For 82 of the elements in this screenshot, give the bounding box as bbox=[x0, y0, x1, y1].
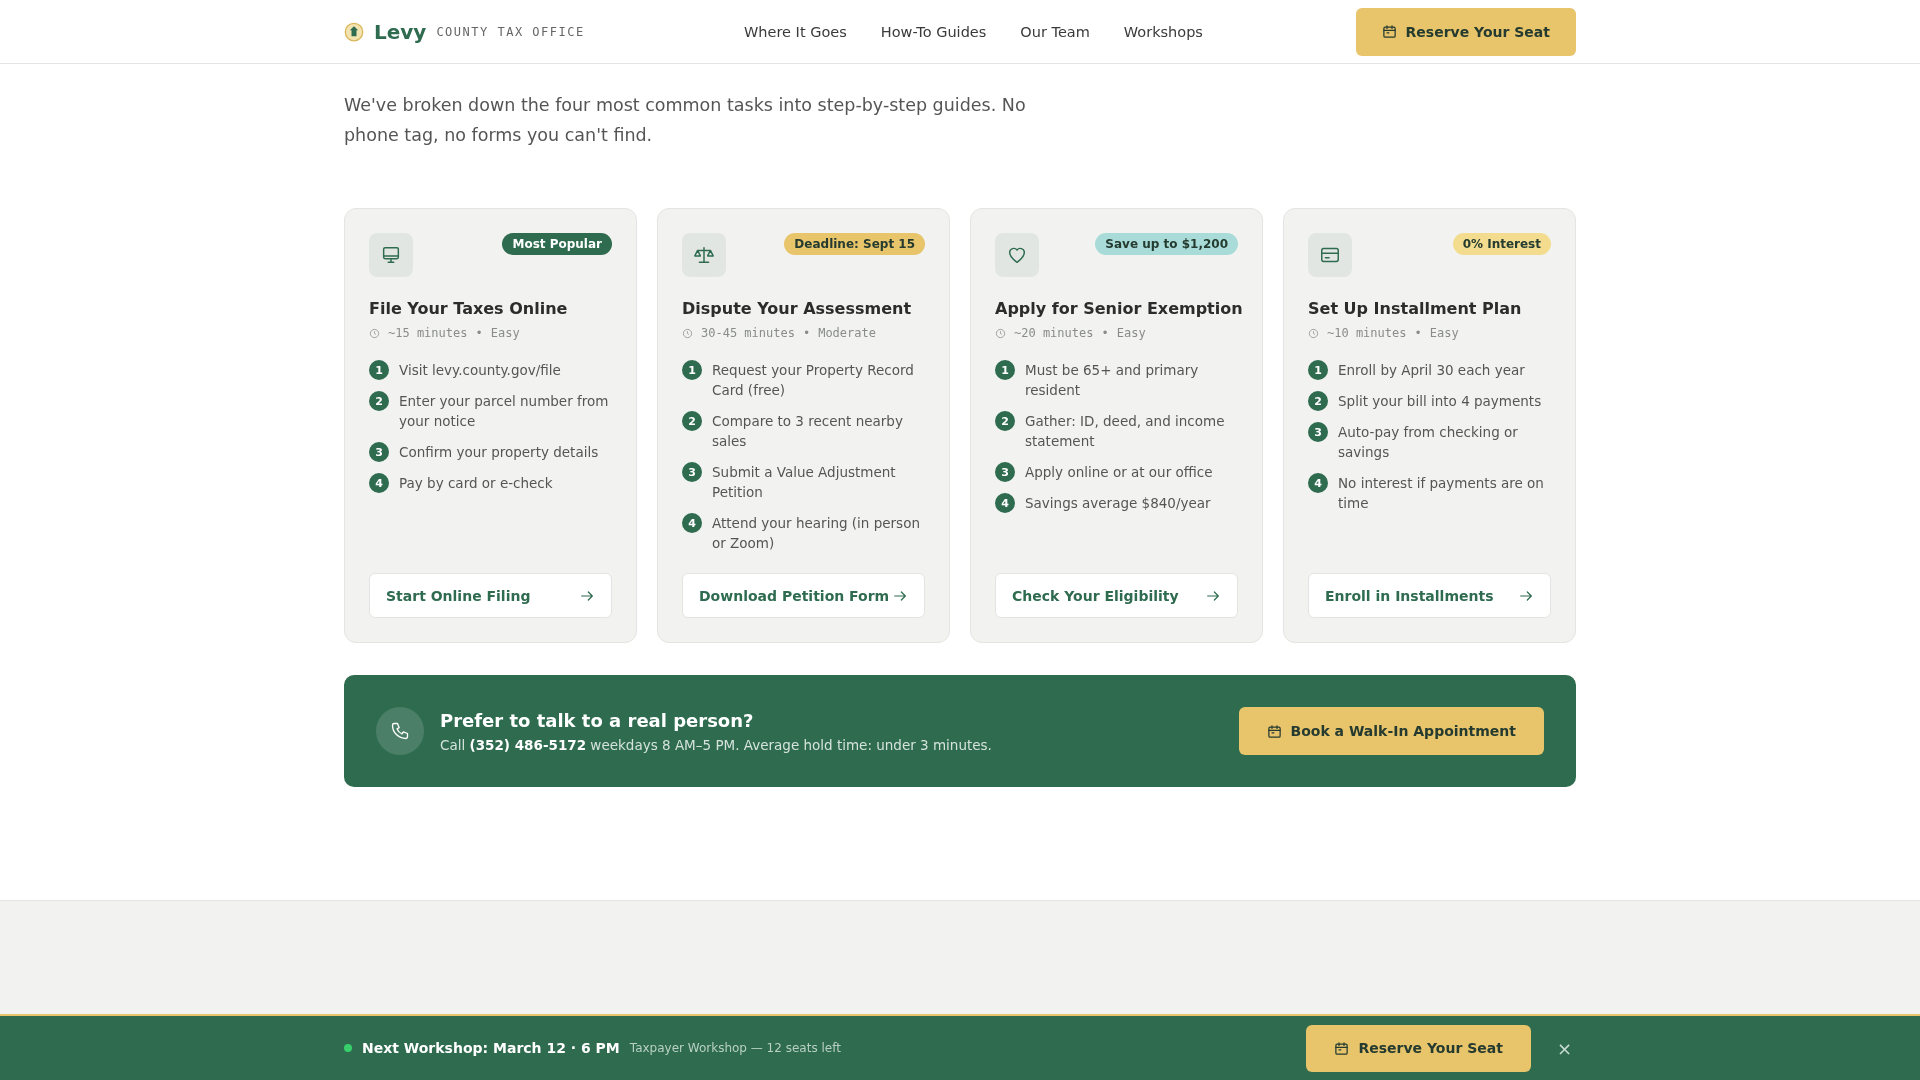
duration-text: ~20 minutes bbox=[1014, 326, 1094, 340]
step-text: No interest if payments are on time bbox=[1338, 474, 1545, 513]
nav-link[interactable]: Where It Goes bbox=[744, 23, 847, 40]
bullet-separator: • bbox=[802, 326, 811, 340]
step-text: Confirm your property details bbox=[399, 443, 599, 462]
card-title: Dispute Your Assessment bbox=[682, 299, 913, 318]
step-number: 4 bbox=[682, 513, 702, 533]
reserve-seat-button[interactable]: Reserve Your Seat bbox=[1306, 1024, 1531, 1072]
step-number: 4 bbox=[995, 493, 1015, 513]
card-action-button[interactable]: Check Your Eligibility bbox=[995, 573, 1238, 618]
card-title: Set Up Installment Plan bbox=[1308, 299, 1523, 318]
clock-icon bbox=[995, 327, 1006, 339]
step-text: Savings average $840/year bbox=[1025, 494, 1211, 513]
card-badge: Save up to $1,200 bbox=[1095, 233, 1238, 255]
step-number: 2 bbox=[369, 391, 389, 411]
clock-icon bbox=[1308, 327, 1319, 339]
intro-paragraph: We've broken down the four most common tasks into step-by-step guides. No phone tag, no forms you can't find. bbox=[344, 94, 1027, 147]
clock-icon bbox=[682, 327, 693, 339]
scale-icon bbox=[693, 244, 715, 266]
step-number: 3 bbox=[682, 462, 702, 482]
step-text: Submit a Value Adjustment Petition bbox=[712, 463, 897, 502]
step-number: 3 bbox=[1308, 422, 1328, 442]
contact-text: Call (352) 486-5172 weekdays 8 AM–5 PM. Average hold time: under 3 minutes. bbox=[440, 736, 993, 753]
card-title: File Your Taxes Online bbox=[369, 299, 569, 318]
step-number: 3 bbox=[995, 462, 1015, 482]
logo-icon bbox=[344, 21, 364, 42]
phone-icon bbox=[390, 721, 410, 741]
step-text: Apply online or at our office bbox=[1025, 463, 1213, 482]
calendar-icon bbox=[1266, 723, 1282, 739]
bullet-separator: • bbox=[1414, 326, 1422, 340]
step-text: Gather: ID, deed, and income statement bbox=[1025, 412, 1226, 451]
difficulty-text: Easy bbox=[1429, 326, 1459, 340]
nav-link[interactable]: How-To Guides bbox=[880, 23, 987, 40]
close-button[interactable]: × bbox=[1552, 1037, 1576, 1059]
bullet-separator: • bbox=[1101, 326, 1109, 340]
step-number: 1 bbox=[995, 360, 1015, 380]
brand-tagline: COUNTY TAX OFFICE bbox=[436, 24, 585, 39]
step-text: Request your Property Record Card (free) bbox=[712, 361, 915, 400]
book-appointment-button[interactable]: Book a Walk-In Appointment bbox=[1238, 707, 1544, 755]
duration-text: 30-45 minutes bbox=[701, 326, 795, 340]
workshop-title: Next Workshop: March 12 · 6 PM bbox=[362, 1040, 620, 1056]
step-number: 2 bbox=[682, 411, 702, 431]
step-text: Attend your hearing (in person or Zoom) bbox=[712, 514, 921, 553]
nav-link[interactable]: Workshops bbox=[1123, 23, 1203, 40]
step-number: 1 bbox=[682, 360, 702, 380]
clock-icon bbox=[369, 327, 380, 339]
workshop-detail: Taxpayer Workshop — 12 seats left bbox=[629, 1041, 842, 1055]
monitor-icon bbox=[380, 244, 402, 266]
step-number: 4 bbox=[1308, 473, 1328, 493]
step-text: Visit levy.county.gov/file bbox=[399, 361, 561, 380]
step-text: Must be 65+ and primary resident bbox=[1025, 361, 1200, 400]
step-text: Auto-pay from checking or savings bbox=[1338, 423, 1519, 462]
status-dot-icon bbox=[344, 1044, 352, 1052]
calendar-icon bbox=[1381, 24, 1397, 39]
step-text: Enter your parcel number from your notice bbox=[399, 392, 610, 431]
difficulty-text: Easy bbox=[490, 326, 520, 340]
bullet-separator: • bbox=[475, 326, 483, 340]
brand-name: Levy bbox=[374, 19, 427, 44]
calendar-icon bbox=[1334, 1040, 1350, 1056]
step-number: 2 bbox=[995, 411, 1015, 431]
card-badge: 0% Interest bbox=[1452, 233, 1551, 255]
step-number: 3 bbox=[369, 442, 389, 462]
step-number: 1 bbox=[369, 360, 389, 380]
step-text: Pay by card or e-check bbox=[399, 474, 553, 493]
difficulty-text: Easy bbox=[1116, 326, 1146, 340]
difficulty-text: Moderate bbox=[818, 326, 876, 340]
duration-text: ~15 minutes bbox=[388, 326, 468, 340]
contact-title: Prefer to talk to a real person? bbox=[440, 709, 755, 731]
step-text: Enroll by April 30 each year bbox=[1338, 361, 1525, 380]
step-number: 2 bbox=[1308, 391, 1328, 411]
step-number: 4 bbox=[369, 473, 389, 493]
card-action-button[interactable]: Download Petition Form bbox=[682, 573, 925, 618]
step-text: Compare to 3 recent nearby sales bbox=[712, 412, 904, 451]
card-badge: Deadline: Sept 15 bbox=[784, 233, 925, 255]
step-text: Split your bill into 4 payments bbox=[1338, 392, 1542, 411]
reserve-seat-button[interactable]: Reserve Your Seat bbox=[1355, 7, 1576, 56]
card-action-button[interactable]: Start Online Filing bbox=[369, 573, 612, 618]
card-badge: Most Popular bbox=[502, 233, 612, 255]
step-number: 1 bbox=[1308, 360, 1328, 380]
duration-text: ~10 minutes bbox=[1327, 326, 1407, 340]
nav-link[interactable]: Our Team bbox=[1020, 23, 1090, 40]
card-action-button[interactable]: Enroll in Installments bbox=[1308, 573, 1551, 618]
